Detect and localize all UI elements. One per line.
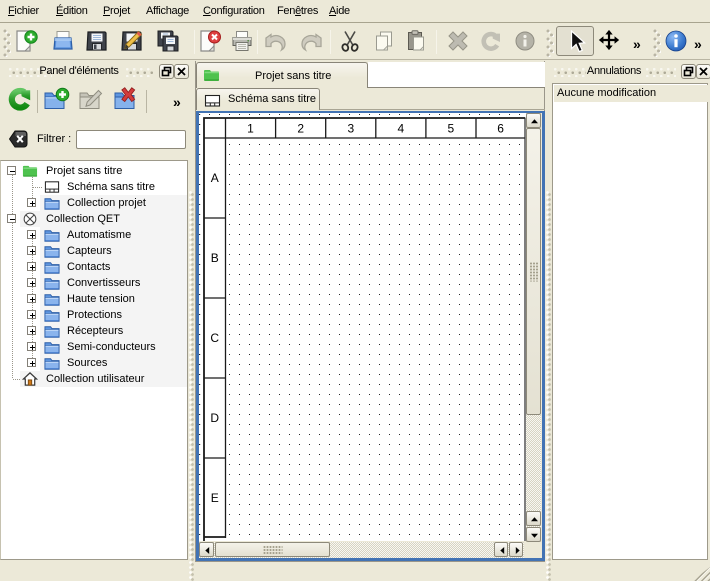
svg-text:1: 1 [247,122,254,136]
svg-text:2: 2 [297,122,304,136]
svg-text:3: 3 [347,122,354,136]
svg-text:E: E [211,491,219,505]
svg-text:4: 4 [398,122,405,136]
svg-text:C: C [210,331,219,345]
svg-text:5: 5 [448,122,455,136]
svg-text:B: B [211,251,219,265]
svg-text:A: A [211,171,219,185]
svg-text:D: D [210,411,219,425]
svg-text:6: 6 [497,122,504,136]
